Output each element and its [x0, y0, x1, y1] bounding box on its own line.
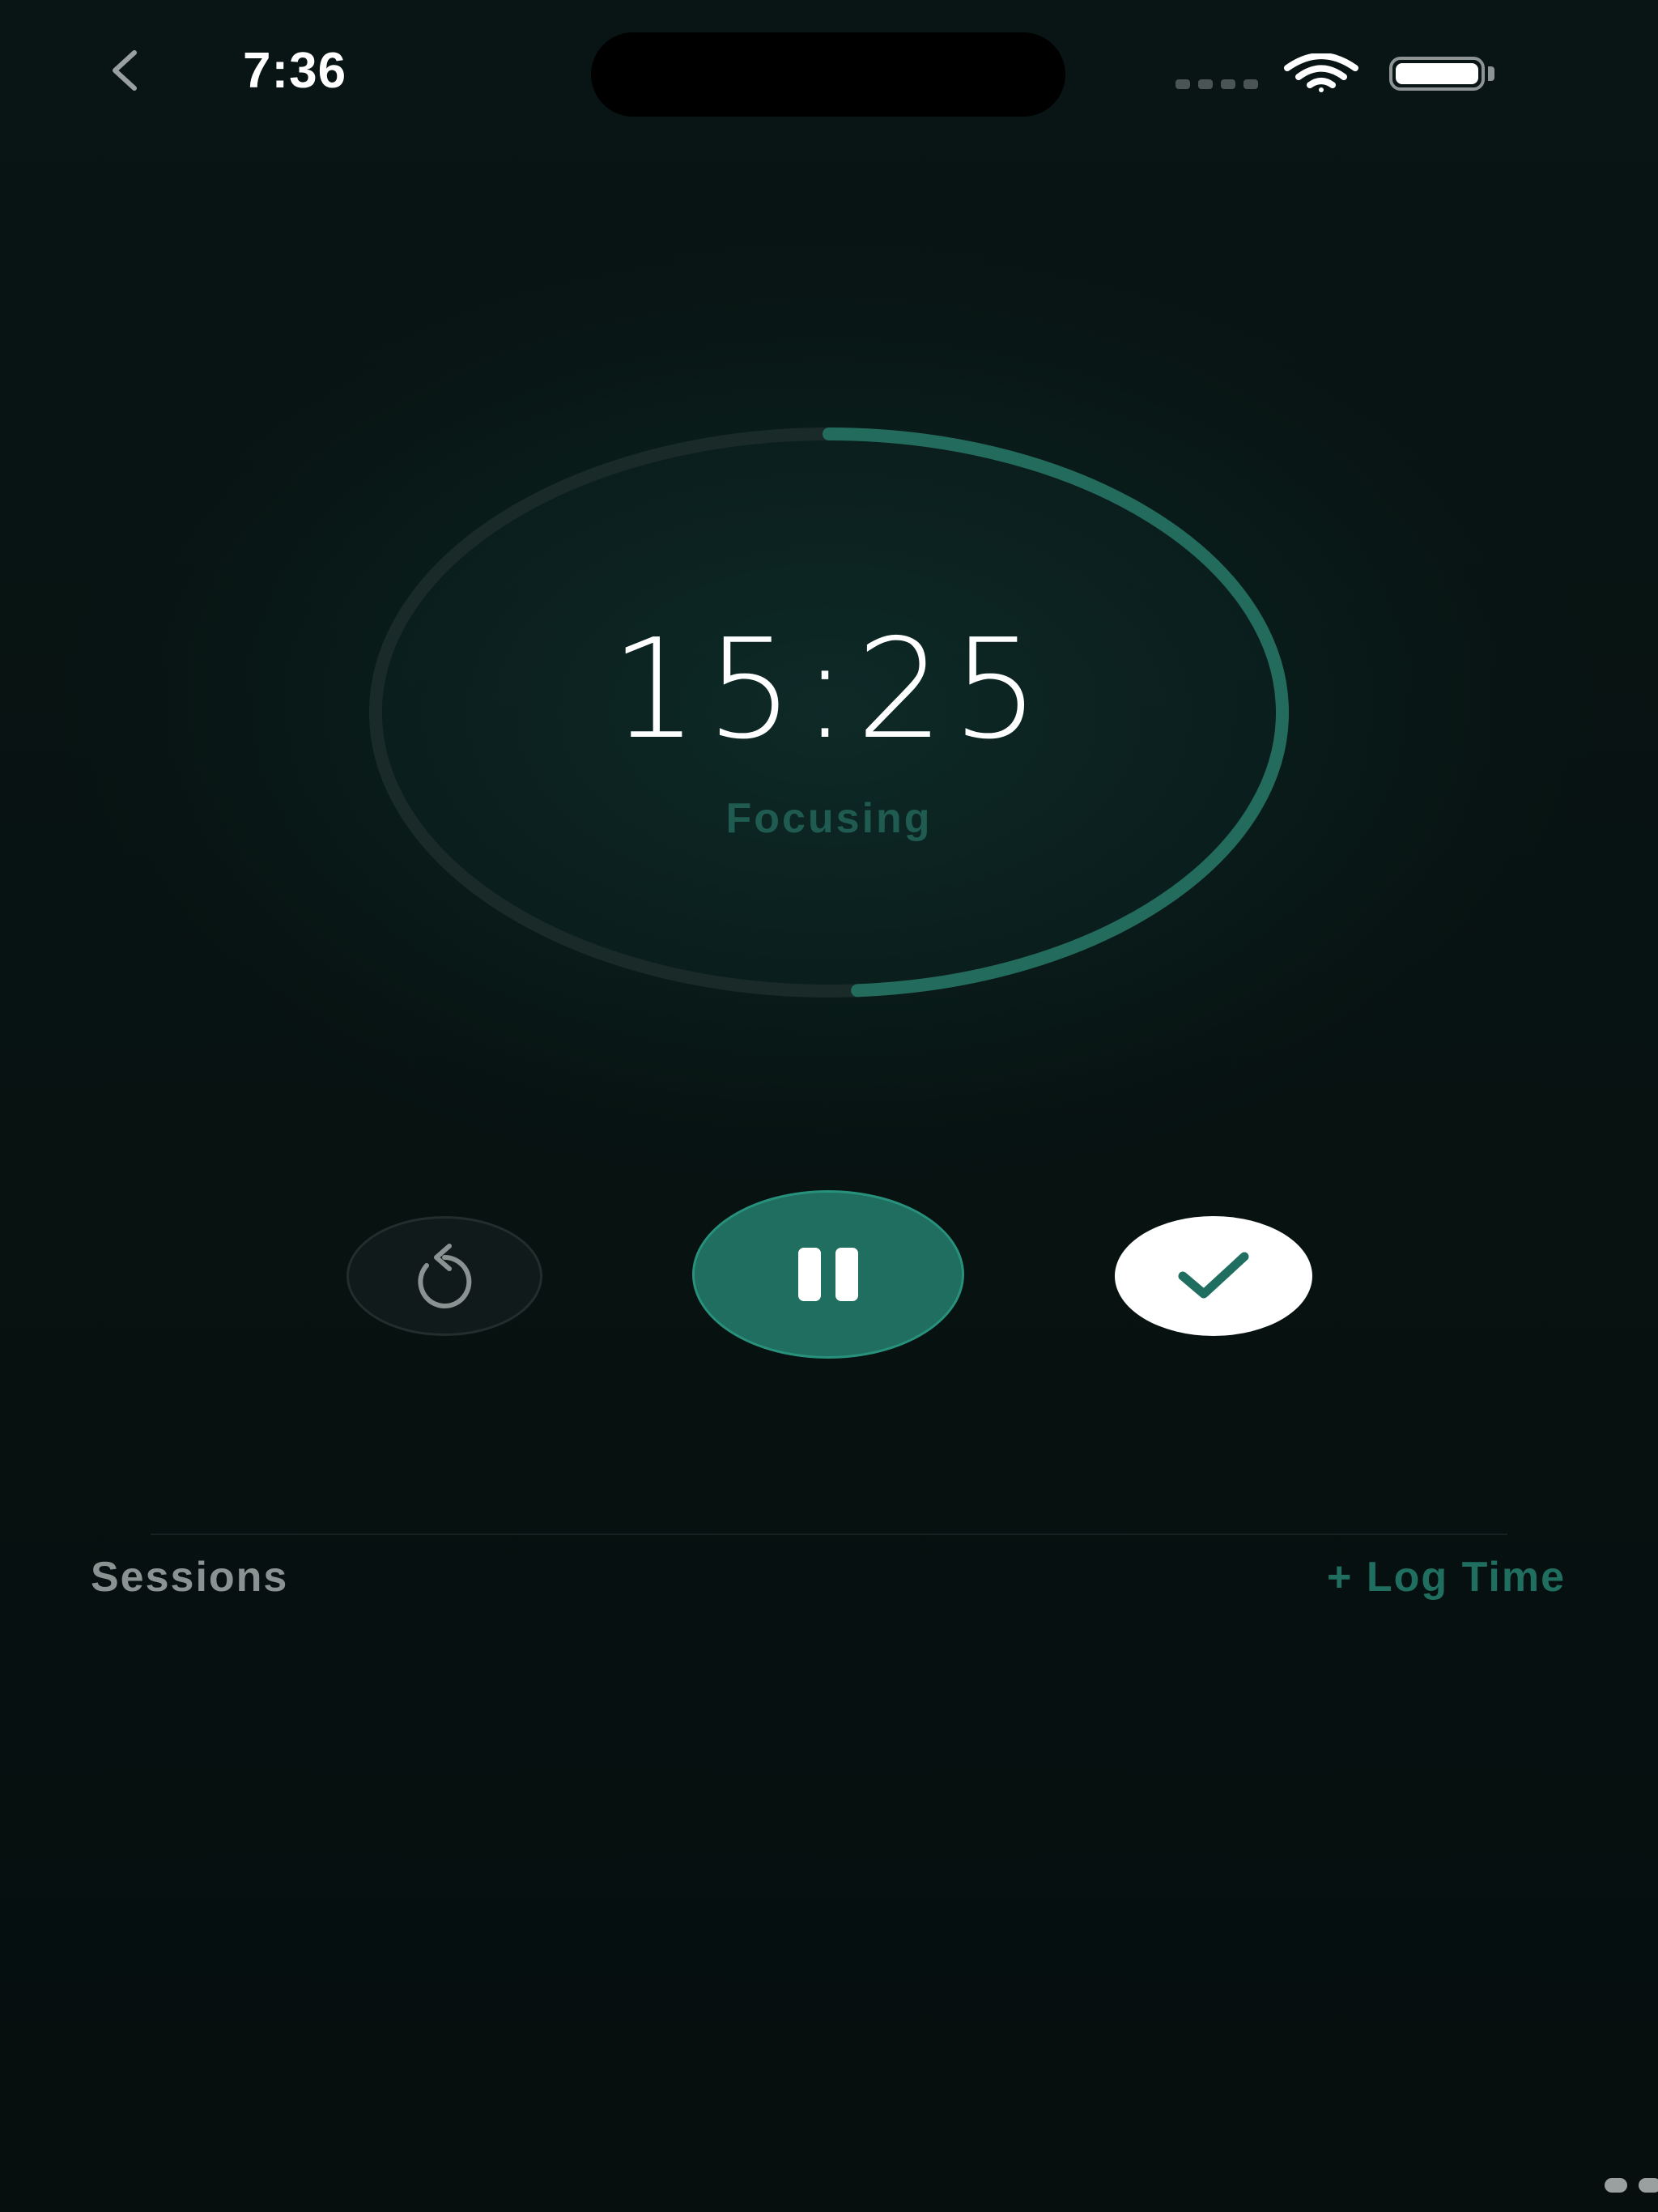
- battery-icon: [1389, 57, 1485, 91]
- battery-level: [1396, 63, 1478, 84]
- pause-button[interactable]: [692, 1190, 964, 1359]
- battery-cap: [1488, 66, 1494, 81]
- complete-button[interactable]: [1115, 1216, 1312, 1336]
- dynamic-island: [591, 32, 1065, 117]
- timer-value: 15:25: [610, 610, 1048, 770]
- timer-state-label: Focusing: [725, 795, 933, 842]
- timer-controls: [0, 1190, 1658, 1360]
- back-button[interactable]: [96, 42, 152, 99]
- timer-display: 15:25 Focusing: [363, 421, 1295, 1004]
- sessions-divider: [151, 1534, 1507, 1535]
- log-time-button[interactable]: + Log Time: [1327, 1553, 1566, 1602]
- checkmark-icon: [1178, 1252, 1249, 1299]
- focus-timer-screen: 7:36 15:25 Focusing Sessions + Log Time: [0, 0, 1658, 2212]
- cellular-signal-icon: [1175, 79, 1258, 89]
- reset-button[interactable]: [346, 1216, 542, 1336]
- wifi-icon: [1284, 53, 1358, 92]
- status-bar: 7:36: [0, 0, 1658, 146]
- status-time: 7:36: [243, 43, 347, 99]
- page-indicator: [1605, 2178, 1658, 2193]
- reset-icon: [418, 1244, 472, 1308]
- sessions-title: Sessions: [91, 1554, 289, 1601]
- chevron-left-icon: [113, 50, 137, 91]
- pause-icon: [791, 1248, 865, 1301]
